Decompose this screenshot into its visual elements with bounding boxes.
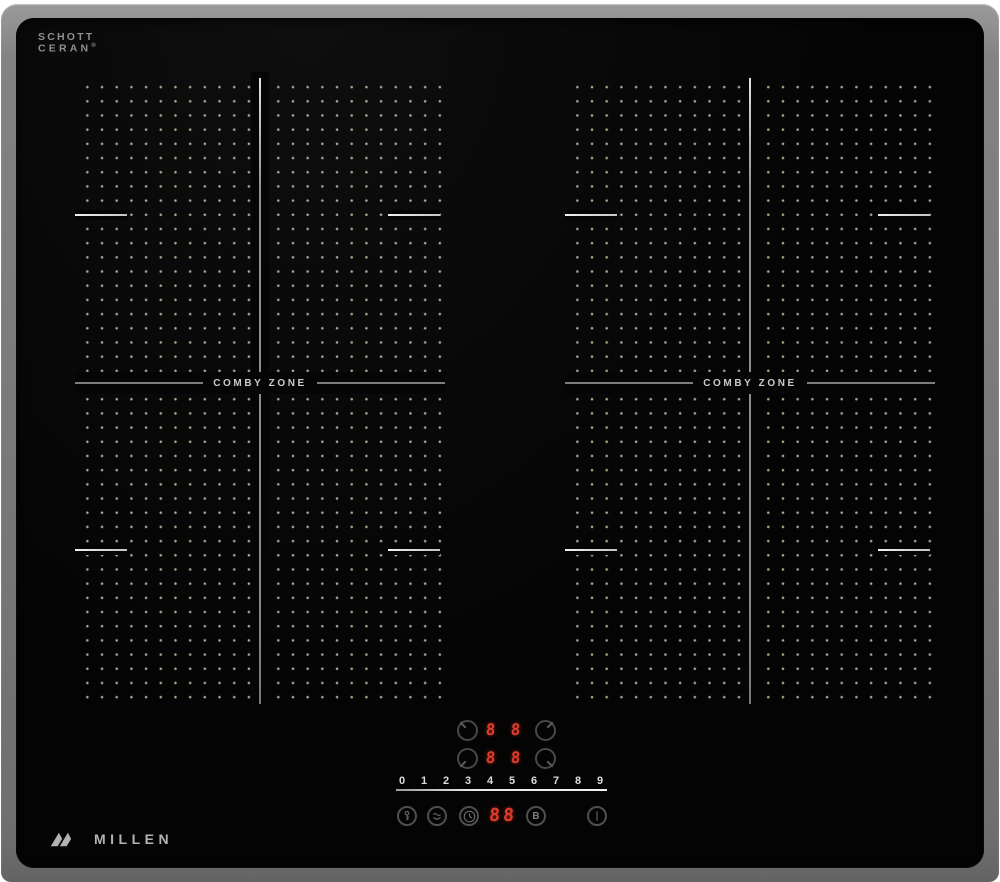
slider-level-3[interactable]: 3 (462, 775, 474, 787)
slider-level-5[interactable]: 5 (506, 775, 518, 787)
comby-zone-label: COMBY ZONE (703, 378, 797, 389)
timer-display-units: 8 (501, 807, 515, 825)
slider-level-7[interactable]: 7 (550, 775, 562, 787)
zone-edge-marker (878, 210, 930, 220)
slider-level-8[interactable]: 8 (572, 775, 584, 787)
boost-button[interactable]: B (526, 806, 546, 826)
zone-selector-front-left[interactable] (457, 748, 478, 769)
zone-display-front-left: 8 (483, 750, 497, 766)
timer-display-tens: 8 (487, 807, 501, 825)
zone-selector-back-left[interactable] (457, 720, 478, 741)
key-icon (400, 809, 414, 823)
zone-position-icon (459, 721, 466, 728)
keep-warm-button[interactable] (427, 806, 447, 826)
slider-level-0[interactable]: 0 (396, 775, 408, 787)
cooking-zone-left[interactable]: COMBY ZONE (75, 72, 445, 712)
zone-edge-marker (388, 210, 440, 220)
zone-display-back-left: 8 (483, 722, 497, 738)
slider-level-4[interactable]: 4 (484, 775, 496, 787)
millen-swoosh-icon (48, 830, 86, 848)
comby-line-left (565, 382, 693, 384)
zone-position-icon (459, 760, 466, 767)
schott-text: SCHOTT (38, 32, 96, 43)
zone-selector-front-right[interactable] (535, 748, 556, 769)
slider-level-9[interactable]: 9 (594, 775, 606, 787)
schott-ceran-logo: SCHOTT CERAN® (38, 32, 96, 55)
manufacturer-name: MILLEN (94, 831, 173, 847)
power-slider: 0 1 2 3 4 5 6 7 8 9 (396, 775, 606, 787)
cooking-zone-right[interactable]: COMBY ZONE (565, 72, 935, 712)
slider-track[interactable] (396, 789, 607, 791)
zone-position-icon (546, 760, 553, 767)
zone-edge-marker (878, 545, 930, 555)
comby-zone-label: COMBY ZONE (213, 378, 307, 389)
millen-logo: MILLEN (48, 830, 173, 848)
zone-position-icon (546, 721, 553, 728)
child-lock-button[interactable] (397, 806, 417, 826)
power-button[interactable] (587, 806, 607, 826)
boost-label: B (532, 811, 539, 822)
timer-button[interactable] (459, 806, 479, 826)
zone-display-back-right: 8 (508, 722, 522, 738)
comby-zone-row: COMBY ZONE (75, 372, 445, 394)
ceran-text: CERAN® (38, 43, 96, 55)
zone-selector-back-right[interactable] (535, 720, 556, 741)
comby-zone-row: COMBY ZONE (565, 372, 935, 394)
comby-line-left (75, 382, 203, 384)
clock-icon (462, 809, 477, 824)
slider-level-1[interactable]: 1 (418, 775, 430, 787)
zone-display-front-right: 8 (508, 750, 522, 766)
zone-edge-marker (388, 545, 440, 555)
comby-line-right (807, 382, 935, 384)
zone-edge-marker (75, 210, 127, 220)
zone-edge-marker (565, 210, 617, 220)
zone-edge-marker (75, 545, 127, 555)
registered-mark: ® (91, 43, 95, 49)
slider-level-2[interactable]: 2 (440, 775, 452, 787)
power-icon (590, 809, 604, 823)
keep-warm-icon (430, 809, 444, 823)
slider-level-6[interactable]: 6 (528, 775, 540, 787)
comby-line-right (317, 382, 445, 384)
zone-edge-marker (565, 545, 617, 555)
product-photo-induction-hob: SCHOTT CERAN® COMBY ZONE COMBY ZONE (0, 0, 1000, 882)
